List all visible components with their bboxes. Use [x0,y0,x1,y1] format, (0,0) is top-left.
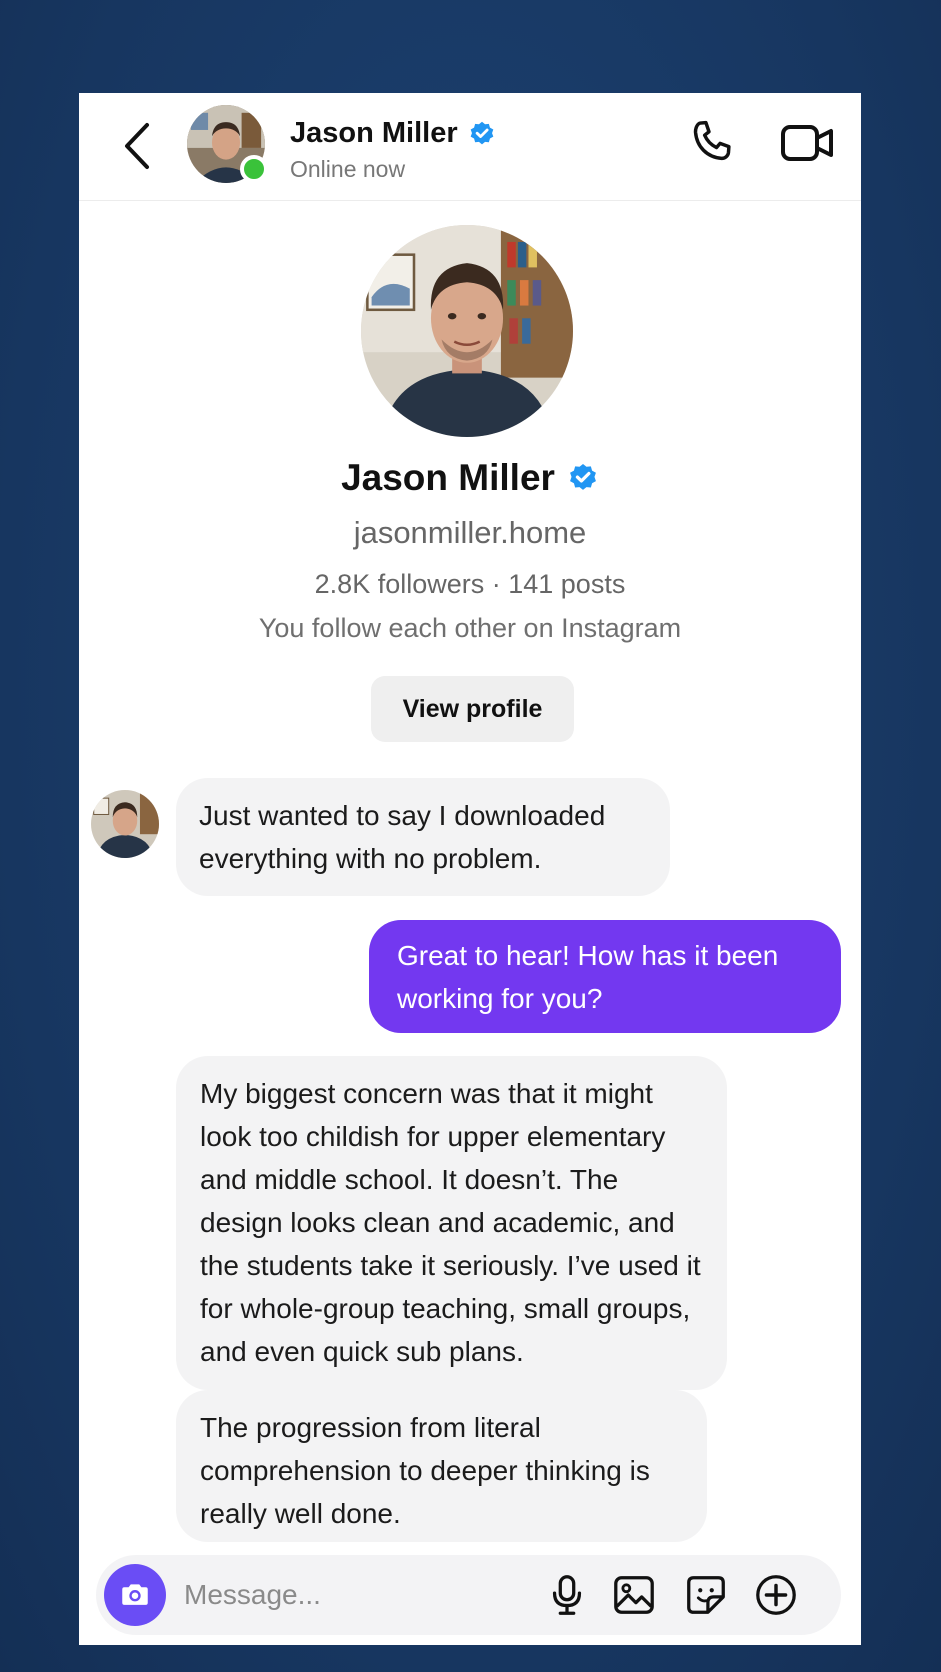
chat-header: Jason Miller Online now [79,93,861,201]
camera-button[interactable] [104,1564,166,1626]
video-camera-icon [781,125,833,161]
message-bubble-incoming[interactable]: Just wanted to say I downloaded everythi… [176,778,670,896]
microphone-icon[interactable] [544,1572,590,1618]
online-status: Online now [290,156,406,182]
message-input[interactable] [184,1571,514,1619]
online-indicator [240,155,268,183]
message-bubble-outgoing[interactable]: Great to hear! How has it been working f… [369,920,841,1033]
message-bubble-incoming[interactable]: The progression from literal comprehensi… [176,1390,707,1542]
plus-icon[interactable] [753,1572,799,1618]
voice-call-button[interactable] [686,117,738,169]
profile-avatar[interactable] [361,225,573,437]
verified-badge-icon [569,464,596,490]
mutual-follow-note: You follow each other on Instagram [258,613,682,643]
profile-stats: 2.8K followers · 141 posts [314,569,626,599]
chat-screen: Jason Miller Online now Jason Miller jas… [79,93,861,1645]
profile-name: Jason Miller [341,457,555,498]
back-button[interactable] [117,119,157,173]
phone-icon [693,120,731,161]
profile-handle: jasonmiller.home [353,515,587,550]
header-contact-name: Jason Miller [290,117,458,149]
avatar-image [91,790,159,858]
sticker-icon[interactable] [683,1572,729,1618]
gallery-icon[interactable] [611,1572,657,1618]
chevron-left-icon [125,123,149,169]
profile-photo [361,225,573,437]
sender-avatar[interactable] [91,790,159,858]
view-profile-button[interactable]: View profile [371,676,574,742]
message-composer [96,1555,841,1635]
verified-badge-icon [470,121,493,144]
camera-icon [122,1584,148,1605]
video-call-button[interactable] [779,117,837,169]
message-bubble-incoming[interactable]: My biggest concern was that it might loo… [176,1056,727,1390]
